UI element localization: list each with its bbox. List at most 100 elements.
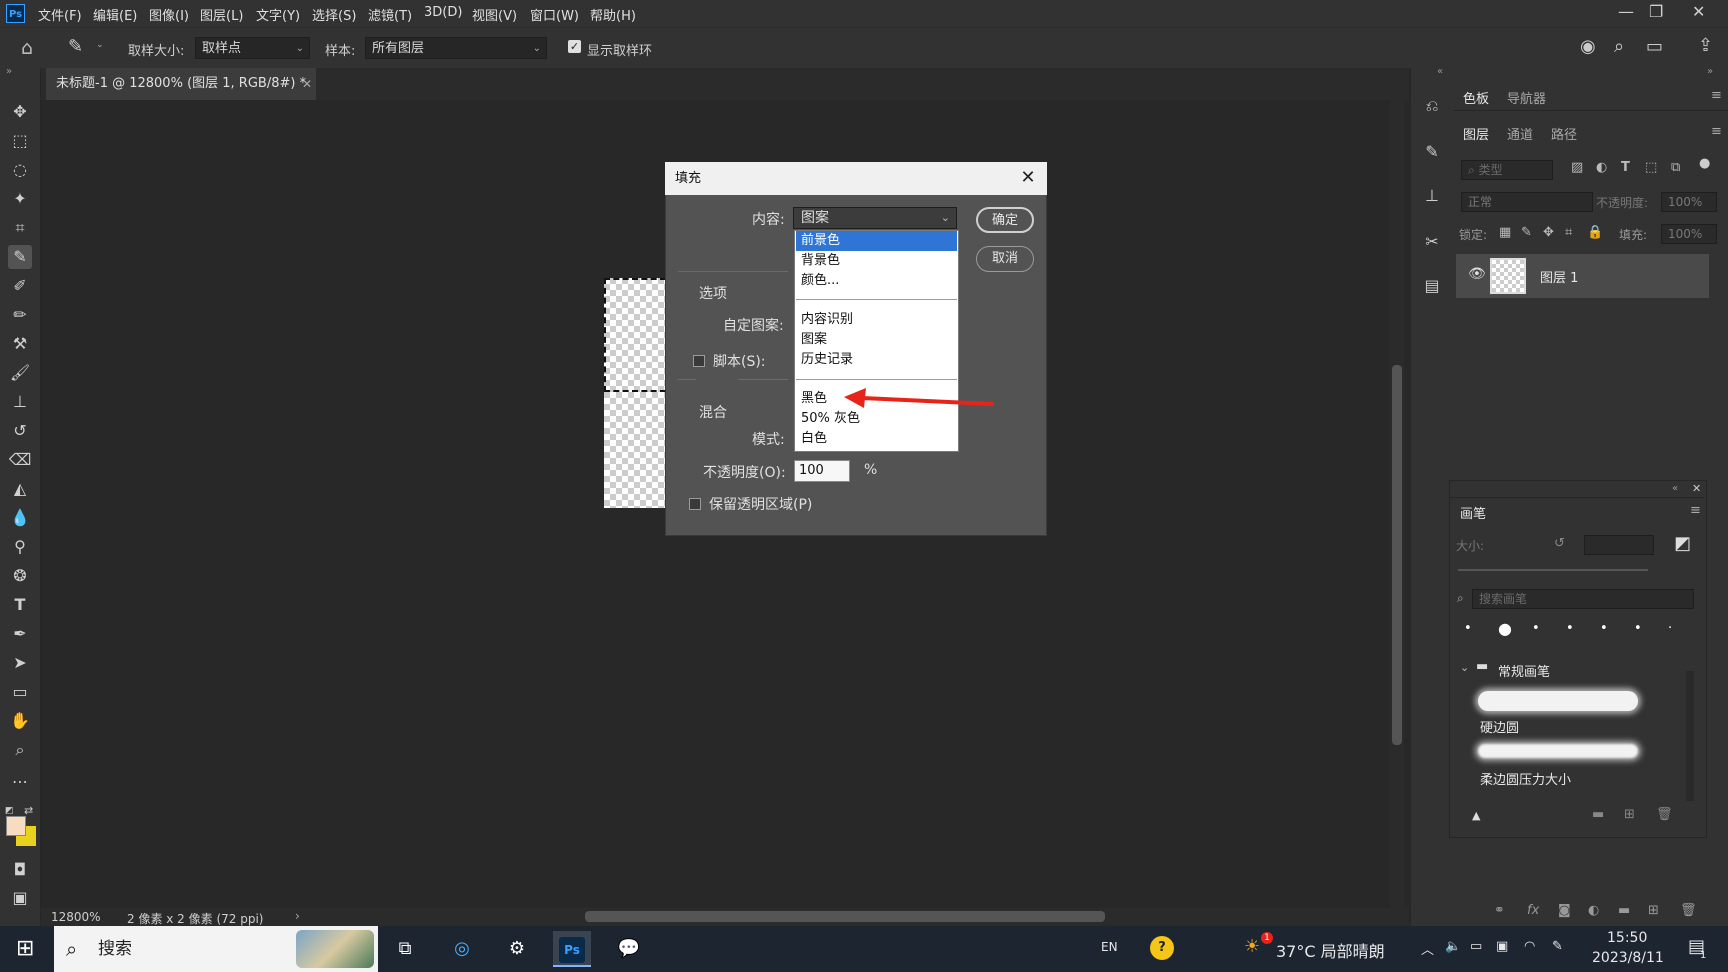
sample-size-select[interactable]: 取样点 ⌄ <box>195 37 310 59</box>
zoom-level[interactable]: 12800% <box>51 910 101 924</box>
brush-stroke-preview[interactable] <box>1478 691 1638 711</box>
panel-menu-icon[interactable]: ≡ <box>1711 124 1722 139</box>
brush-preset-icon[interactable]: • <box>1600 621 1608 636</box>
brush-size-slider[interactable] <box>1458 569 1648 571</box>
magic-wand-tool-icon[interactable]: ✦ <box>8 187 32 211</box>
quick-mask-icon[interactable]: ◘ <box>8 858 32 882</box>
new-group-icon[interactable]: ▬ <box>1592 807 1604 822</box>
dropdown-item-foreground[interactable]: 前景色 <box>796 231 957 251</box>
rectangle-tool-icon[interactable]: ▭ <box>8 680 32 704</box>
crop-tool-icon[interactable]: ⌗ <box>8 216 32 240</box>
filter-adjustment-icon[interactable]: ◐ <box>1596 160 1607 175</box>
collapse-icon[interactable]: « <box>1437 66 1443 77</box>
healing-brush-tool-icon[interactable]: ✐ <box>8 274 32 298</box>
cancel-button[interactable]: 取消 <box>976 246 1034 272</box>
filter-pixel-icon[interactable]: ▨ <box>1571 160 1583 175</box>
menu-image[interactable]: 图像(I) <box>149 5 189 24</box>
brush-tool-icon[interactable]: 🖌 <box>8 361 32 385</box>
filter-toggle-icon[interactable]: ● <box>1699 156 1710 171</box>
stamp-tool-icon[interactable]: ⊥ <box>8 390 32 414</box>
screen-mode-icon[interactable]: ▣ <box>8 886 32 910</box>
brush-search-input[interactable]: 搜索画笔 <box>1472 589 1694 609</box>
tool-presets-icon[interactable]: ✂ <box>1420 230 1444 254</box>
document-tab[interactable]: 未标题-1 @ 12800% (图层 1, RGB/8#) * ✕ <box>46 68 316 100</box>
brush-preset-icon[interactable]: • <box>1634 621 1642 636</box>
share-icon[interactable]: ⇪ <box>1698 35 1713 56</box>
fx-icon[interactable]: fx <box>1527 903 1539 918</box>
home-icon[interactable]: ⌂ <box>21 37 33 59</box>
eraser-tool-icon[interactable]: ⌫ <box>8 448 32 472</box>
chevron-down-icon[interactable]: ⌄ <box>1460 661 1469 674</box>
history-brush-tool-icon[interactable]: ↺ <box>8 419 32 443</box>
menu-help[interactable]: 帮助(H) <box>590 5 636 24</box>
lock-pixels-icon[interactable]: ✎ <box>1521 225 1532 240</box>
brush-preset-icon[interactable]: ● <box>1498 619 1512 638</box>
preserve-transparency-checkbox[interactable] <box>689 498 701 510</box>
brush-name[interactable]: 硬边圆 <box>1480 717 1519 736</box>
lock-transparent-icon[interactable]: ▦ <box>1499 225 1511 240</box>
visibility-eye-icon[interactable]: 👁 <box>1468 266 1486 282</box>
collapse-icon[interactable]: » <box>6 66 12 77</box>
minimize-icon[interactable]: — <box>1618 2 1634 21</box>
taskbar-search[interactable]: ⌕ 搜索 <box>54 926 378 972</box>
pen-tool-icon[interactable]: ✒ <box>8 622 32 646</box>
sponge-tool-icon[interactable]: ❂ <box>8 564 32 588</box>
zoom-tool-icon[interactable]: ⌕ <box>8 738 32 762</box>
pencil-tool-icon[interactable]: ✏ <box>8 303 32 327</box>
type-tool-icon[interactable]: T <box>8 593 32 617</box>
clone-source-icon[interactable]: ⊥ <box>1420 184 1444 208</box>
brush-stroke-preview[interactable] <box>1478 744 1638 758</box>
menu-type[interactable]: 文字(Y) <box>256 5 300 24</box>
tab-layers[interactable]: 图层 <box>1463 124 1489 143</box>
share-learn-icon[interactable]: ◉ <box>1580 36 1596 57</box>
brush-scale-slider-handle[interactable]: ▲ <box>1472 809 1480 822</box>
menu-view[interactable]: 视图(V) <box>472 5 517 24</box>
delete-icon[interactable]: 🗑 <box>1656 807 1673 822</box>
filter-smart-object-icon[interactable]: ⧉ <box>1671 160 1680 175</box>
photoshop-app-icon[interactable]: Ps <box>553 931 591 967</box>
dodge-tool-icon[interactable]: ⚲ <box>8 535 32 559</box>
add-mask-icon[interactable]: ◙ <box>1558 903 1571 918</box>
dropdown-item-pattern[interactable]: 图案 <box>796 330 957 350</box>
menu-edit[interactable]: 编辑(E) <box>93 5 137 24</box>
menu-window[interactable]: 窗口(W) <box>530 5 579 24</box>
delete-layer-icon[interactable]: 🗑 <box>1680 903 1697 918</box>
brush-preset-icon[interactable]: • <box>1532 621 1540 636</box>
ok-button[interactable]: 确定 <box>976 207 1034 233</box>
brush-panel-title[interactable]: 画笔 <box>1460 503 1486 522</box>
dropdown-item-white[interactable]: 白色 <box>796 429 957 449</box>
task-view-icon[interactable]: ⧉ <box>386 931 424 967</box>
script-label[interactable]: 脚本(S): <box>713 351 766 371</box>
lock-position-icon[interactable]: ✥ <box>1543 225 1554 240</box>
menu-file[interactable]: 文件(F) <box>38 5 82 24</box>
adjustment-layer-icon[interactable]: ◐ <box>1588 903 1599 918</box>
brush-name[interactable]: 柔边圆压力大小 <box>1480 769 1571 788</box>
steam-app-icon[interactable]: ⚙ <box>498 931 536 967</box>
dropdown-item-gray[interactable]: 50% 灰色 <box>796 409 957 429</box>
menu-layer[interactable]: 图层(L) <box>200 5 243 24</box>
default-colors-icon[interactable]: ◩ <box>5 806 14 816</box>
brush-preset-icon[interactable]: · <box>1668 621 1672 636</box>
marquee-tool-icon[interactable]: ⬚ <box>8 129 32 153</box>
opacity-input[interactable]: 100% <box>1661 192 1717 212</box>
horizontal-scroll-thumb[interactable] <box>585 911 1105 922</box>
brush-size-input[interactable] <box>1584 535 1654 555</box>
volume-icon[interactable]: 🔈 <box>1445 939 1461 954</box>
help-icon[interactable]: ? <box>1150 936 1174 960</box>
filter-type-icon[interactable]: T <box>1621 160 1630 175</box>
panel-menu-icon[interactable]: ≡ <box>1711 88 1722 103</box>
edge-app-icon[interactable]: ◎ <box>443 931 481 967</box>
eyedropper-tool-icon[interactable]: ✎ <box>8 245 32 269</box>
brush-settings-icon[interactable]: ✎ <box>1420 140 1444 164</box>
dropdown-item-content-aware[interactable]: 内容识别 <box>796 310 957 330</box>
vertical-scroll-thumb[interactable] <box>1392 365 1402 745</box>
menu-3d[interactable]: 3D(D) <box>424 5 462 20</box>
new-brush-icon[interactable]: ⊞ <box>1624 807 1635 822</box>
expand-icon[interactable]: » <box>1707 66 1713 77</box>
tab-paths[interactable]: 路径 <box>1551 124 1577 143</box>
search-icon[interactable]: ⌕ <box>1614 36 1624 57</box>
show-ring-checkbox[interactable]: ✓ <box>568 40 581 53</box>
close-icon[interactable]: ✕ <box>1016 166 1040 190</box>
hand-tool-icon[interactable]: ✋ <box>8 709 32 733</box>
opacity-input[interactable]: 100 <box>794 460 850 482</box>
